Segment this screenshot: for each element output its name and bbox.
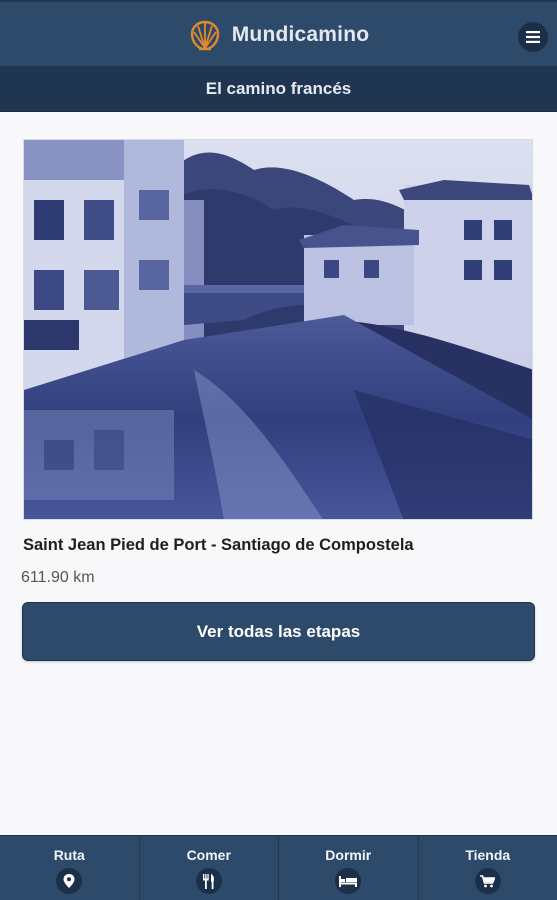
tab-comer[interactable]: Comer bbox=[140, 836, 279, 900]
river-town-photo bbox=[24, 140, 532, 519]
bed-icon bbox=[335, 868, 362, 894]
tab-tienda[interactable]: Tienda bbox=[419, 836, 557, 900]
route-image[interactable] bbox=[23, 139, 533, 520]
route-name: Saint Jean Pied de Port - Santiago de Co… bbox=[23, 536, 414, 554]
tab-ruta[interactable]: Ruta bbox=[0, 836, 140, 900]
tab-dormir[interactable]: Dormir bbox=[279, 836, 419, 900]
tab-label: Tienda bbox=[465, 847, 511, 863]
map-pin-icon bbox=[56, 868, 83, 894]
section-header: El camino francés bbox=[0, 66, 557, 112]
main-content: Saint Jean Pied de Port - Santiago de Co… bbox=[0, 112, 557, 835]
shopping-cart-icon bbox=[474, 868, 501, 894]
scallop-shell-icon bbox=[190, 20, 219, 51]
hamburger-menu-icon bbox=[526, 31, 540, 43]
tab-label: Dormir bbox=[325, 847, 372, 863]
fork-knife-icon bbox=[195, 868, 222, 894]
section-title: El camino francés bbox=[205, 78, 352, 98]
brand[interactable]: Mundicamino bbox=[0, 18, 557, 52]
view-all-stages-button[interactable]: Ver todas las etapas bbox=[22, 602, 535, 661]
app-header: Mundicamino bbox=[0, 0, 557, 66]
route-distance: 611.90 km bbox=[21, 569, 95, 586]
menu-button[interactable] bbox=[518, 22, 548, 52]
tab-label: Ruta bbox=[53, 847, 85, 863]
app-title: Mundicamino bbox=[231, 23, 370, 46]
tab-label: Comer bbox=[186, 847, 231, 863]
bottom-tab-bar: Ruta Comer Dormir Tienda bbox=[0, 835, 557, 900]
